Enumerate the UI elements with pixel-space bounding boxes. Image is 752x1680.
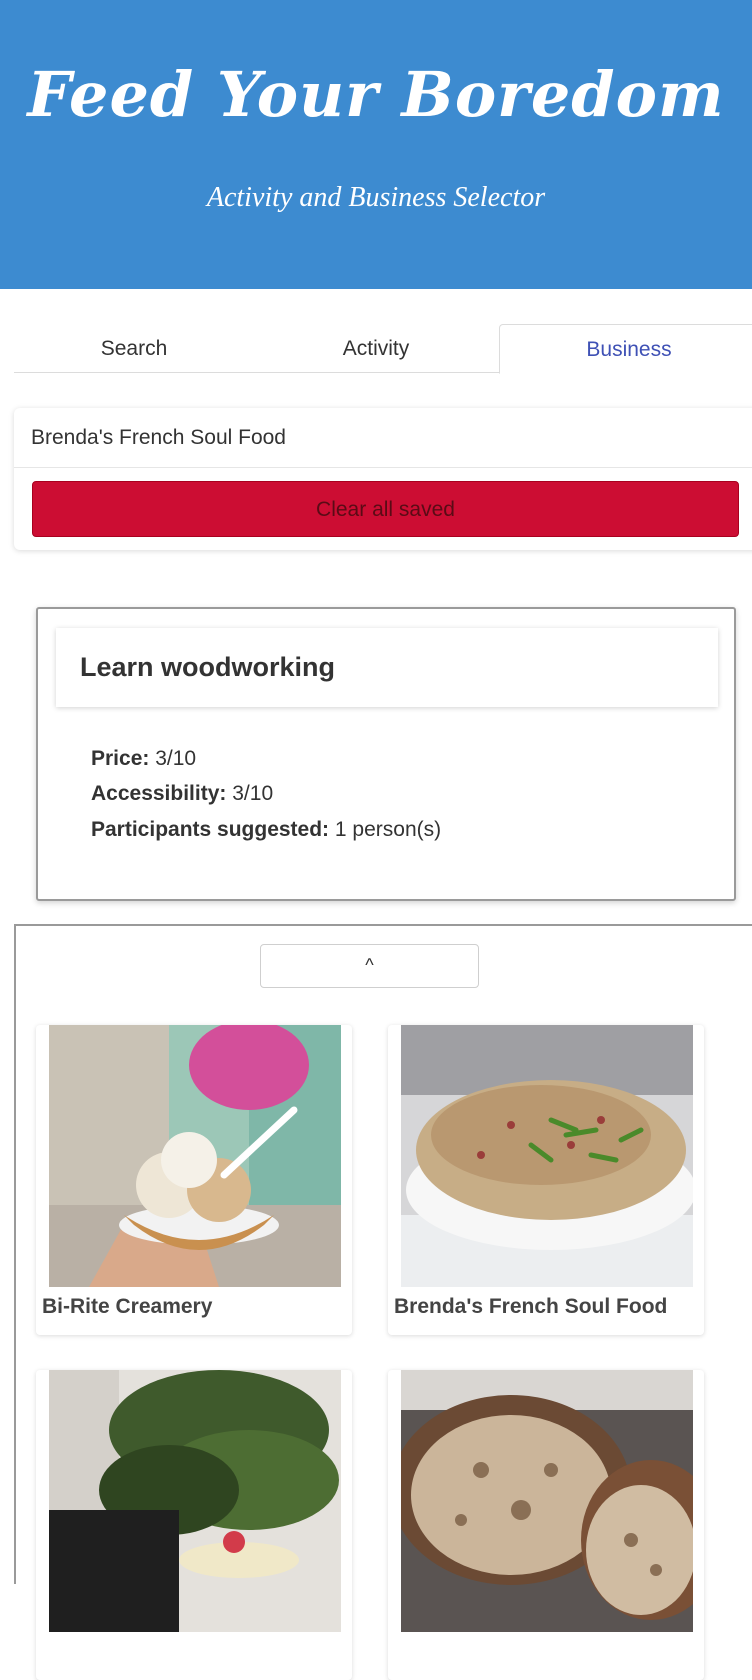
dish-photo: [401, 1025, 693, 1287]
tab-search[interactable]: Search: [14, 324, 254, 373]
activity-price: Price: 3/10: [91, 747, 196, 771]
price-value: 3/10: [155, 747, 197, 770]
tab-business[interactable]: Business: [499, 324, 752, 374]
business-name: Brenda's French Soul Food: [394, 1295, 668, 1318]
clear-all-saved-button[interactable]: Clear all saved: [32, 481, 739, 537]
saved-item[interactable]: Brenda's French Soul Food: [14, 408, 752, 468]
business-card[interactable]: Brenda's French Soul Food: [388, 1025, 704, 1335]
price-label: Price:: [91, 747, 150, 770]
participants-value: 1 person(s): [334, 818, 442, 841]
ice-cream-photo: [49, 1025, 341, 1287]
business-card[interactable]: [36, 1370, 352, 1680]
participants-label: Participants suggested:: [91, 818, 330, 841]
saved-list: Brenda's French Soul Food Clear all save…: [14, 408, 752, 550]
business-card[interactable]: [388, 1370, 704, 1680]
business-panel: ^ Bi-Rite Creamery Brenda's French Soul …: [14, 924, 752, 1680]
dessert-photo: [49, 1370, 341, 1632]
business-name: Bi-Rite Creamery: [42, 1295, 213, 1318]
app-subtitle: Activity and Business Selector: [206, 182, 546, 213]
activity-participants: Participants suggested: 1 person(s): [91, 818, 441, 842]
bread-photo: [401, 1370, 693, 1632]
tab-activity[interactable]: Activity: [256, 324, 496, 373]
business-card[interactable]: Bi-Rite Creamery: [36, 1025, 352, 1335]
accessibility-value: 3/10: [232, 782, 274, 805]
tab-bar: Search Activity Business: [14, 324, 752, 374]
activity-title: Learn woodworking: [56, 628, 718, 707]
accessibility-label: Accessibility:: [91, 782, 227, 805]
activity-card: Learn woodworking Price: 3/10 Accessibil…: [36, 607, 736, 901]
activity-accessibility: Accessibility: 3/10: [91, 782, 273, 806]
app-title: Feed Your Boredom: [27, 58, 725, 131]
app-header: Feed Your Boredom Activity and Business …: [0, 0, 752, 289]
collapse-button[interactable]: ^: [260, 944, 479, 988]
